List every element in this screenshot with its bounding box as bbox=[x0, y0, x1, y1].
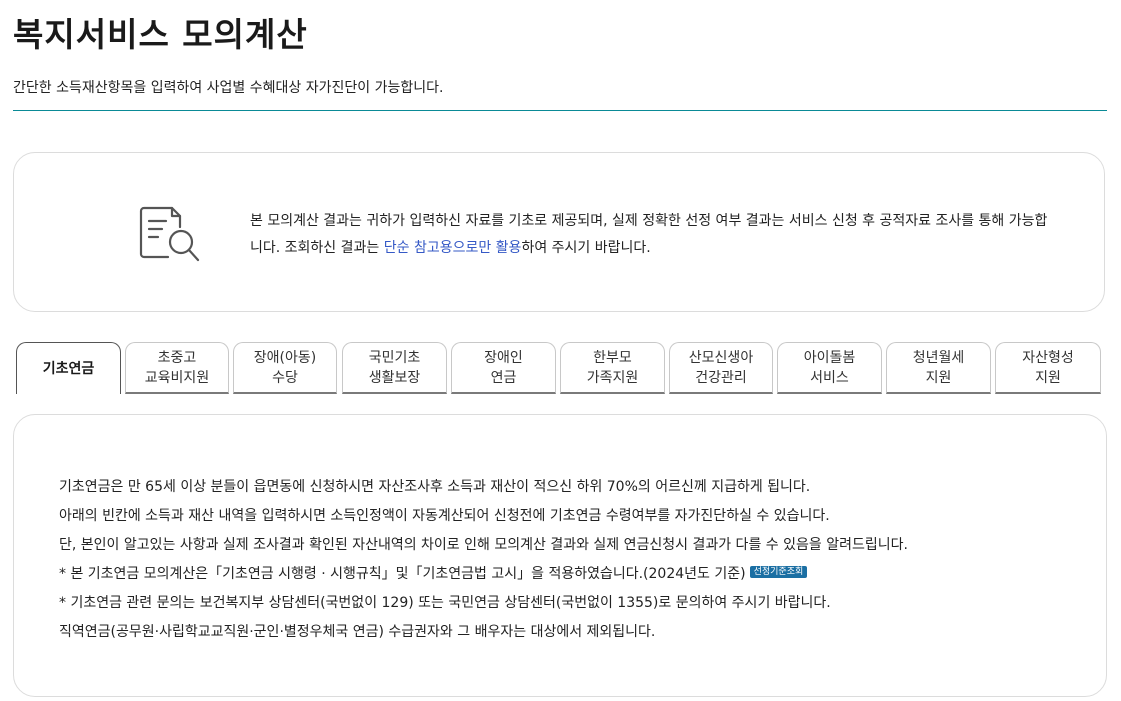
notice-text-end: 하여 주시기 바랍니다. bbox=[521, 240, 651, 256]
notice-highlight: 단순 참고용으로만 활용 bbox=[383, 240, 522, 256]
content-text: 기초연금은 만 65세 이상 분들이 읍면동에 신청하시면 자산조사후 소득과 … bbox=[59, 473, 908, 647]
content-line: 아래의 빈칸에 소득과 재산 내역을 입력하시면 소득인정액이 자동계산되어 신… bbox=[59, 508, 830, 524]
page-title: 복지서비스 모의계산 bbox=[13, 15, 308, 54]
content-line: 직역연금(공무원·사립학교교직원·군인·별정우체국 연금) 수급권자와 그 배우… bbox=[59, 624, 656, 640]
content-line: 기초연금은 만 65세 이상 분들이 읍면동에 신청하시면 자산조사후 소득과 … bbox=[59, 479, 811, 495]
tab-basic-livelihood[interactable]: 국민기초 생활보장 bbox=[342, 342, 447, 394]
tab-child-care[interactable]: 아이돌봄 서비스 bbox=[777, 342, 882, 394]
notice-text: 본 모의계산 결과는 귀하가 입력하신 자료를 기초로 제공되며, 실제 정확한… bbox=[250, 208, 1055, 262]
content-box: 기초연금은 만 65세 이상 분들이 읍면동에 신청하시면 자산조사후 소득과 … bbox=[13, 414, 1107, 697]
document-search-icon bbox=[139, 206, 200, 262]
tab-disability-pension[interactable]: 장애인 연금 bbox=[451, 342, 556, 394]
tab-single-parent[interactable]: 한부모 가족지원 bbox=[560, 342, 665, 394]
criteria-lookup-button[interactable]: 선정기준조회 bbox=[749, 566, 808, 578]
tab-disability-child-allowance[interactable]: 장애(아동) 수당 bbox=[233, 342, 337, 394]
content-line: * 기초연금 관련 문의는 보건복지부 상담센터(국번없이 129) 또는 국민… bbox=[59, 595, 831, 611]
notice-box: 본 모의계산 결과는 귀하가 입력하신 자료를 기초로 제공되며, 실제 정확한… bbox=[13, 152, 1105, 312]
content-line: 단, 본인이 알고있는 사항과 실제 조사결과 확인된 자산내역의 차이로 인해… bbox=[59, 537, 908, 553]
tab-youth-rent[interactable]: 청년월세 지원 bbox=[886, 342, 991, 394]
tab-school-expenses[interactable]: 초중고 교육비지원 bbox=[125, 342, 229, 394]
content-line: * 본 기초연금 모의계산은「기초연금 시행령 · 시행규칙」및「기초연금법 고… bbox=[59, 566, 746, 582]
program-tabs: 기초연금 초중고 교육비지원 장애(아동) 수당 국민기초 생활보장 장애인 연… bbox=[16, 342, 1106, 394]
title-divider bbox=[13, 110, 1107, 111]
tab-basic-pension[interactable]: 기초연금 bbox=[16, 342, 121, 394]
page-description: 간단한 소득재산항목을 입력하여 사업별 수혜대상 자가진단이 가능합니다. bbox=[13, 80, 444, 96]
content-line-with-badge: * 본 기초연금 모의계산은「기초연금 시행령 · 시행규칙」및「기초연금법 고… bbox=[59, 560, 908, 589]
tab-maternal-newborn[interactable]: 산모신생아 건강관리 bbox=[669, 342, 773, 394]
tab-asset-building[interactable]: 자산형성 지원 bbox=[995, 342, 1101, 394]
